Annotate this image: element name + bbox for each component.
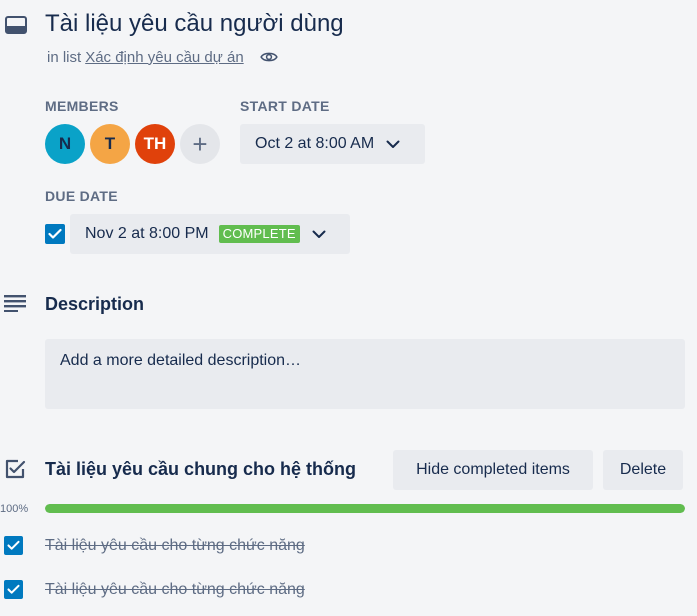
checklist-item-text[interactable]: Tài liệu yêu cầu cho từng chức năng	[45, 537, 305, 555]
add-member-button[interactable]: +	[180, 124, 220, 164]
complete-badge: COMPLETE	[218, 225, 300, 243]
checklist-title[interactable]: Tài liệu yêu cầu chung cho hệ thống	[45, 459, 356, 480]
progress-bar	[45, 504, 685, 513]
description-input[interactable]: Add a more detailed description…	[45, 339, 685, 409]
checkmark-icon	[7, 540, 20, 550]
checkmark-icon	[48, 228, 62, 239]
description-title: Description	[45, 294, 145, 314]
checklist-item-checkbox[interactable]	[4, 536, 23, 555]
start-date-value: Oct 2 at 8:00 AM	[255, 135, 375, 152]
due-date-label: DUE DATE	[45, 188, 118, 204]
avatar[interactable]: T	[90, 124, 130, 164]
progress-percent: 100%	[0, 503, 29, 515]
list-breadcrumb: in list Xác định yêu cầu dự án	[47, 48, 278, 66]
start-date-label: START DATE	[240, 98, 330, 114]
due-date-checkbox[interactable]	[45, 224, 65, 244]
chevron-down-icon	[386, 140, 400, 148]
progress-fill	[45, 504, 685, 513]
delete-checklist-button[interactable]: Delete	[603, 450, 683, 490]
eye-icon[interactable]	[259, 48, 278, 66]
members-label: MEMBERS	[45, 98, 119, 114]
avatar[interactable]: N	[45, 124, 85, 164]
description-lines-icon	[4, 295, 26, 312]
start-date-button[interactable]: Oct 2 at 8:00 AM	[240, 124, 425, 164]
list-link[interactable]: Xác định yêu cầu dự án	[85, 49, 243, 66]
in-list-prefix: in list	[47, 48, 82, 66]
hide-completed-button[interactable]: Hide completed items	[393, 450, 593, 490]
checklist-icon	[5, 459, 26, 479]
chevron-down-icon	[312, 230, 326, 238]
checkmark-icon	[7, 584, 20, 594]
card-title[interactable]: Tài liệu yêu cầu người dùng	[45, 8, 344, 40]
checklist-item-checkbox[interactable]	[4, 580, 23, 599]
avatar[interactable]: TH	[135, 124, 175, 164]
due-date-button[interactable]: Nov 2 at 8:00 PM COMPLETE	[70, 214, 350, 254]
card-icon	[5, 16, 27, 34]
due-date-value: Nov 2 at 8:00 PM	[85, 225, 209, 242]
checklist-item-text[interactable]: Tài liệu yêu cầu cho từng chức năng	[45, 581, 305, 599]
